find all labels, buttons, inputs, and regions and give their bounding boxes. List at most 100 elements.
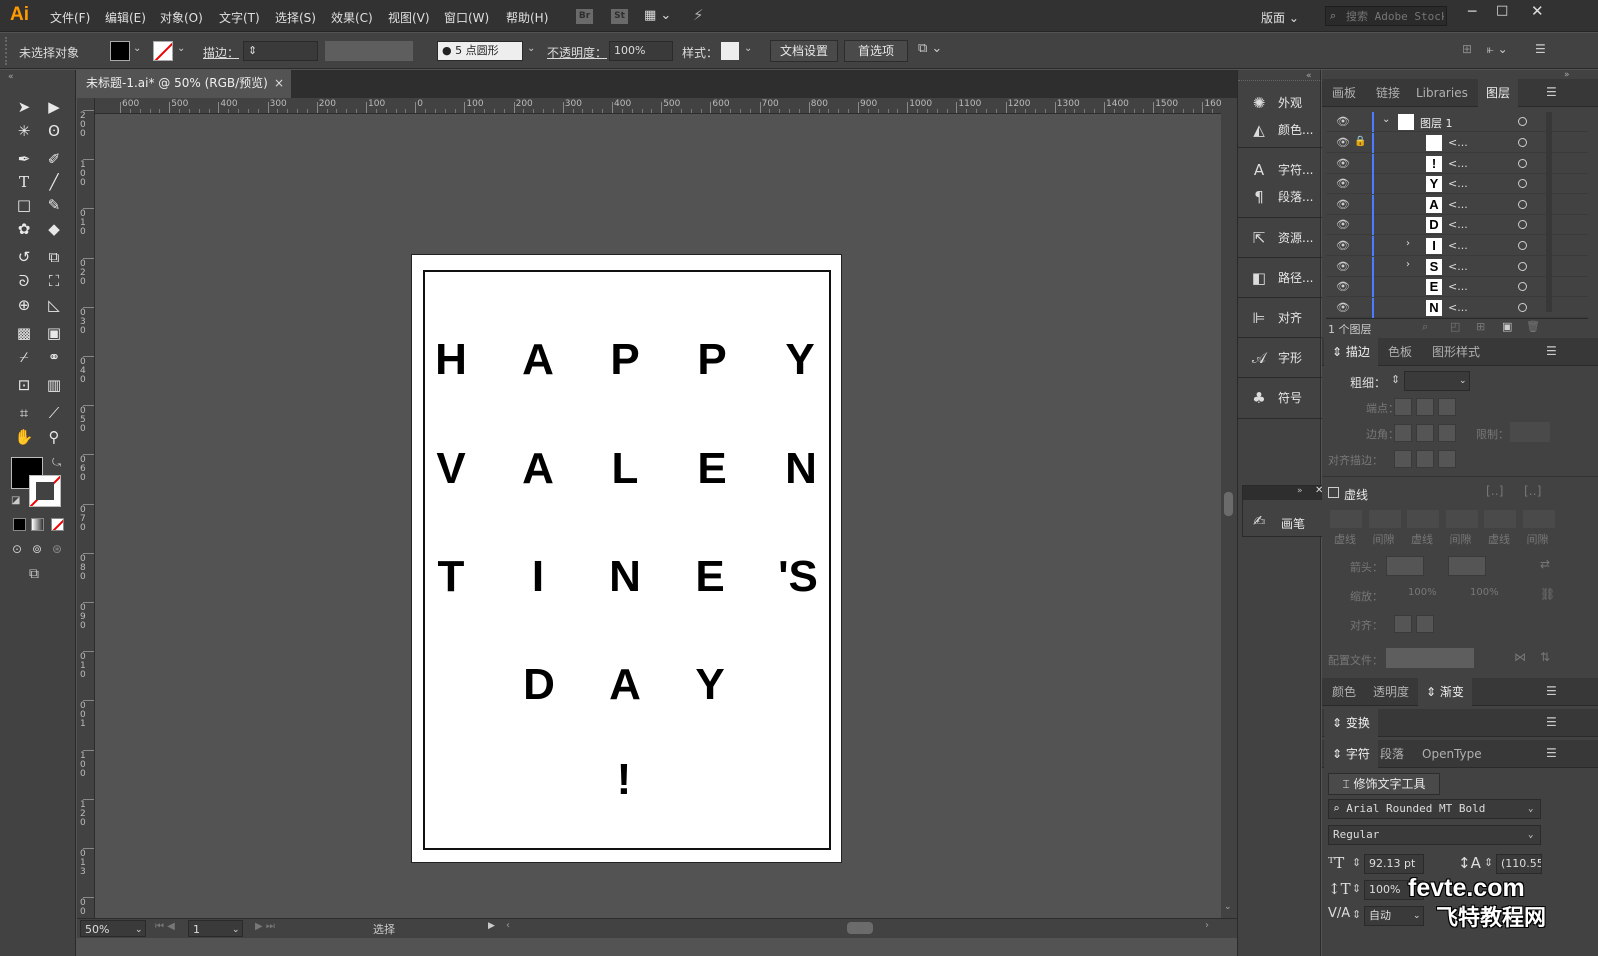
artboard-tool-icon[interactable]: ⌗	[13, 402, 35, 424]
tab-artboards[interactable]: 画板	[1324, 79, 1364, 107]
target-icon[interactable]	[1518, 117, 1527, 126]
opacity-field[interactable]: 100%	[609, 41, 673, 61]
leading-field[interactable]: (110.55	[1496, 854, 1542, 874]
visibility-eye-icon[interactable]: 👁	[1336, 280, 1350, 293]
vertical-scale-stepper[interactable]: ⇕	[1352, 882, 1361, 895]
sublayer-name[interactable]: <...	[1448, 157, 1468, 170]
arrow-tip-extend-icon[interactable]	[1394, 615, 1412, 633]
panel-menu-icon[interactable]: ☰	[1546, 684, 1557, 698]
tab-gradient[interactable]: ⇕ 渐变	[1418, 678, 1472, 706]
bridge-button[interactable]: Br	[576, 9, 593, 24]
column-graph-tool-icon[interactable]: ▥	[43, 374, 65, 396]
stroke-color-swatch[interactable]	[29, 475, 61, 507]
menu-object[interactable]: 对象(O)	[160, 9, 203, 26]
draw-normal-icon[interactable]: ⊙	[12, 542, 22, 556]
draw-behind-icon[interactable]: ⊚	[32, 542, 42, 556]
letter-i[interactable]: I	[508, 552, 568, 602]
curvature-tool-icon[interactable]: ✐	[43, 148, 65, 170]
panel-pathfinder[interactable]: ◧ 路径...	[1244, 265, 1320, 291]
mesh-tool-icon[interactable]: ▩	[13, 322, 35, 344]
sublayer-name[interactable]: <...	[1448, 301, 1468, 314]
chevron-down-icon[interactable]: ⌄	[1382, 114, 1390, 125]
tab-character[interactable]: ⇕ 字符	[1324, 740, 1378, 768]
zoom-tool-icon[interactable]: ⚲	[43, 426, 65, 448]
floating-panel-header[interactable]: » ✕	[1243, 485, 1325, 500]
arrange-documents-icon[interactable]: ▦ ⌄	[644, 8, 671, 23]
flip-along-icon[interactable]: ⋈	[1514, 650, 1526, 664]
target-icon[interactable]	[1518, 179, 1527, 189]
chevron-down-icon[interactable]: ⌄	[527, 43, 535, 54]
new-sublayer-icon[interactable]: ⊞	[1476, 320, 1485, 333]
scroll-left-arrow-icon[interactable]: ‹	[506, 920, 510, 931]
letter-p[interactable]: P	[682, 335, 742, 385]
panel-appearance[interactable]: ✺ 外观	[1244, 90, 1320, 116]
visibility-eye-icon[interactable]: 👁	[1336, 218, 1350, 231]
chevron-down-icon[interactable]: ⌄	[133, 43, 141, 54]
stroke-weight-field[interactable]: ⇕	[243, 41, 318, 61]
panel-color[interactable]: ◭ 颜色...	[1244, 117, 1320, 143]
panel-menu-icon[interactable]: ☰	[1546, 746, 1557, 760]
clipping-mask-icon[interactable]: ◰	[1450, 320, 1460, 333]
letter-h[interactable]: H	[421, 335, 481, 385]
tab-opentype[interactable]: OpenType	[1414, 740, 1490, 768]
selection-tool-icon[interactable]: ➤	[13, 96, 35, 118]
swap-arrowheads-icon[interactable]: ⇄	[1540, 557, 1550, 571]
brush-icon[interactable]: ✍	[1253, 512, 1266, 530]
dash-gap-field[interactable]	[1445, 510, 1478, 528]
tab-links[interactable]: 链接	[1368, 79, 1408, 107]
exclamation-mark[interactable]: !	[594, 755, 654, 805]
line-tool-icon[interactable]: ╱	[43, 171, 65, 193]
type-tool-icon[interactable]: T	[13, 171, 35, 193]
end-scale-value[interactable]: 100%	[1470, 587, 1499, 598]
stock-search-box[interactable]: ⌕	[1325, 6, 1447, 26]
letter-y[interactable]: Y	[770, 335, 830, 385]
chevron-right-icon[interactable]: ›	[1406, 238, 1410, 249]
shape-builder-tool-icon[interactable]: ⊕	[13, 294, 35, 316]
canvas[interactable]: H A P P Y V A L E N T I N E 'S D A Y !	[95, 114, 1221, 918]
document-tab[interactable]: 未标题-1.ai* @ 50% (RGB/预览) ×	[77, 70, 291, 98]
letter-a[interactable]: A	[508, 335, 568, 385]
visibility-eye-icon[interactable]: 👁	[1336, 115, 1350, 128]
symbol-sprayer-tool-icon[interactable]: ⊡	[13, 374, 35, 396]
profile-select[interactable]	[1386, 648, 1474, 668]
trash-icon[interactable]: 🗑	[1526, 320, 1540, 333]
letter-e[interactable]: E	[680, 552, 740, 602]
locate-object-icon[interactable]: ⌕	[1422, 320, 1428, 334]
free-transform-tool-icon[interactable]: ⛶	[43, 270, 65, 292]
panel-paragraph[interactable]: ¶ 段落...	[1244, 184, 1320, 210]
eraser-tool-icon[interactable]: ◆	[43, 218, 65, 240]
chevron-down-icon[interactable]: ⌄	[744, 43, 752, 54]
weight-field[interactable]: ⌄	[1404, 371, 1470, 391]
panel-menu-icon[interactable]: ☰	[1546, 85, 1557, 99]
hand-tool-icon[interactable]: ✋	[13, 426, 35, 448]
stroke-label[interactable]: 描边：	[203, 44, 239, 61]
letter-v[interactable]: V	[421, 444, 481, 494]
new-layer-icon[interactable]: ▣	[1502, 320, 1512, 333]
lasso-tool-icon[interactable]: ʘ	[43, 120, 65, 142]
perspective-grid-tool-icon[interactable]: ◺	[43, 294, 65, 316]
dashed-line-checkbox[interactable]	[1328, 487, 1339, 498]
bevel-join-icon[interactable]	[1438, 424, 1456, 442]
menu-help[interactable]: 帮助(H)	[506, 9, 548, 26]
start-scale-value[interactable]: 100%	[1408, 587, 1437, 598]
menu-select[interactable]: 选择(S)	[275, 9, 316, 26]
letter-t[interactable]: T	[421, 552, 481, 602]
touch-type-tool-button[interactable]: ⌶ 修饰文字工具	[1328, 773, 1440, 795]
align-options-icon[interactable]: ⫦ ⌄	[1487, 42, 1508, 57]
kerning-field[interactable]: 自动 ⌄	[1364, 906, 1424, 926]
letter-a[interactable]: A	[595, 660, 655, 710]
letter-n[interactable]: N	[771, 444, 831, 494]
layer-name[interactable]: 图层 1	[1420, 115, 1453, 131]
letter-a[interactable]: A	[508, 444, 568, 494]
tab-swatches[interactable]: 色板	[1380, 338, 1420, 366]
align-dash-icon[interactable]: [‥]	[1524, 484, 1541, 498]
sublayer-name[interactable]: <...	[1448, 260, 1468, 273]
chevron-down-icon[interactable]: ⌄	[177, 43, 185, 54]
letter-e[interactable]: E	[682, 444, 742, 494]
paintbrush-tool-icon[interactable]: ✎	[43, 194, 65, 216]
dash-gap-field[interactable]	[1330, 510, 1362, 528]
visibility-eye-icon[interactable]: 👁	[1336, 239, 1350, 252]
menu-file[interactable]: 文件(F)	[50, 9, 90, 26]
dash-gap-field[interactable]	[1368, 510, 1401, 528]
letter-p[interactable]: P	[595, 335, 655, 385]
